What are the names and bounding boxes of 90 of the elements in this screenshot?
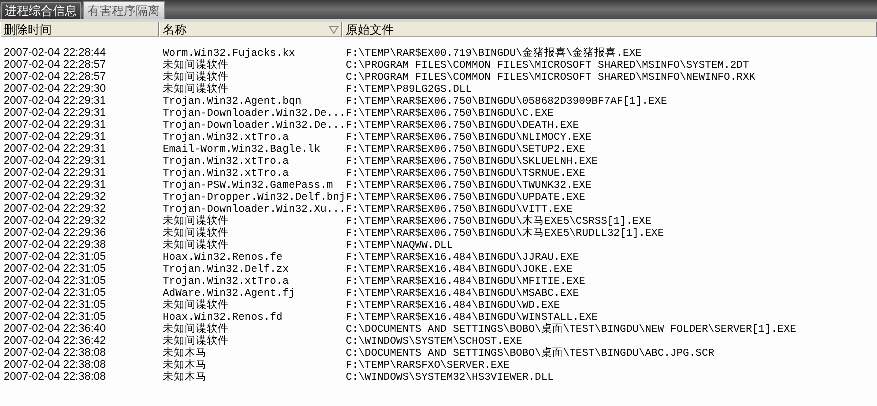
table-cell: 2007-02-04 22:29:30 bbox=[4, 83, 106, 95]
table-cell: F:\TEMP\RARSFXO\SERVER.EXE bbox=[346, 360, 510, 372]
table-cell: 2007-02-04 22:36:42 bbox=[4, 335, 106, 347]
table-cell: F:\TEMP\RAR$EX16.484\BINGDU\MFITIE.EXE bbox=[346, 276, 586, 288]
table-cell: F:\TEMP\RAR$EX16.484\BINGDU\WINSTALL.EXE bbox=[346, 312, 598, 324]
table-cell: 2007-02-04 22:38:08 bbox=[4, 371, 106, 383]
table-cell: 2007-02-04 22:31:05 bbox=[4, 263, 106, 275]
table-cell: 2007-02-04 22:31:05 bbox=[4, 287, 106, 299]
table-cell: 2007-02-04 22:38:08 bbox=[4, 347, 106, 359]
table-cell: Trojan.Win32.Delf.zx bbox=[163, 264, 290, 276]
table-cell: Email-Worm.Win32.Bagle.lk bbox=[163, 144, 321, 156]
table-cell: 2007-02-04 22:29:31 bbox=[4, 167, 106, 179]
table-cell: F:\TEMP\NAQWW.DLL bbox=[346, 240, 454, 252]
table-cell: F:\TEMP\RAR$EX06.750\BINGDU\C.EXE bbox=[346, 108, 554, 120]
table-cell: F:\TEMP\RAR$EX06.750\BINGDU\木马EXE5\RUDLL32[1].EXE bbox=[346, 228, 664, 240]
table-cell: AdWare.Win32.Agent.fj bbox=[163, 288, 296, 300]
table-cell: 2007-02-04 22:31:05 bbox=[4, 299, 106, 311]
table-cell: C:\WINDOWS\SYSTEM\SCHOST.EXE bbox=[346, 336, 522, 348]
table-cell: 2007-02-04 22:28:44 bbox=[4, 47, 106, 59]
table-cell: F:\TEMP\RAR$EX06.750\BINGDU\TWUNK32.EXE bbox=[346, 180, 592, 192]
table-cell: F:\TEMP\RAR$EX16.484\BINGDU\JJRAU.EXE bbox=[346, 252, 580, 264]
table-cell: Trojan-Dropper.Win32.Delf.bnj bbox=[163, 192, 346, 204]
table-cell: 2007-02-04 22:29:32 bbox=[4, 191, 106, 203]
table-cell: 2007-02-04 22:31:05 bbox=[4, 275, 106, 287]
table-cell: 2007-02-04 22:29:38 bbox=[4, 239, 106, 251]
table-cell: Trojan.Win32.Agent.bqn bbox=[163, 96, 302, 108]
table-cell: F:\TEMP\RAR$EX06.750\BINGDU\NLIMOCY.EXE bbox=[346, 132, 592, 144]
table-cell: 2007-02-04 22:29:31 bbox=[4, 179, 106, 191]
tab[interactable]: 进程综合信息 bbox=[1, 2, 81, 19]
table-cell: C:\DOCUMENTS AND SETTINGS\BOBO\桌面\TEST\BINGDU\ABC.JPG.SCR bbox=[346, 348, 715, 360]
table-cell: Hoax.Win32.Renos.fd bbox=[163, 312, 283, 324]
table-cell: Trojan-Downloader.Win32.De... bbox=[163, 120, 346, 132]
table-cell: 未知间谍软件 bbox=[163, 216, 229, 228]
table-cell: C:\PROGRAM FILES\COMMON FILES\MICROSOFT SHARED\MSINFO\NEWINFO.RXK bbox=[346, 72, 756, 84]
table-cell: 2007-02-04 22:36:40 bbox=[4, 323, 106, 335]
table-cell: Trojan-Downloader.Win32.De... bbox=[163, 108, 346, 120]
table-cell: F:\TEMP\RAR$EX06.750\BINGDU\SETUP2.EXE bbox=[346, 144, 586, 156]
table-cell: F:\TEMP\RAR$EX16.484\BINGDU\WD.EXE bbox=[346, 300, 560, 312]
table-cell: 未知木马 bbox=[163, 348, 207, 360]
table-cell: 2007-02-04 22:29:31 bbox=[4, 143, 106, 155]
table-cell: 未知木马 bbox=[163, 360, 207, 372]
table-cell: Trojan.Win32.xtTro.a bbox=[163, 132, 290, 144]
table-cell: Trojan.Win32.xtTro.a bbox=[163, 276, 290, 288]
table-cell: 2007-02-04 22:29:31 bbox=[4, 155, 106, 167]
table-cell: 未知间谍软件 bbox=[163, 336, 229, 348]
column-header[interactable]: 名称 bbox=[159, 22, 342, 37]
table-cell: Hoax.Win32.Renos.fe bbox=[163, 252, 283, 264]
table-cell: 2007-02-04 22:29:31 bbox=[4, 131, 106, 143]
table-cell: C:\DOCUMENTS AND SETTINGS\BOBO\桌面\TEST\BINGDU\NEW FOLDER\SERVER[1].EXE bbox=[346, 324, 796, 336]
table-cell: 2007-02-04 22:29:31 bbox=[4, 107, 106, 119]
table-cell: 未知间谍软件 bbox=[163, 240, 229, 252]
table-cell: F:\TEMP\RAR$EX16.484\BINGDU\JOKE.EXE bbox=[346, 264, 573, 276]
table-cell: Trojan.Win32.xtTro.a bbox=[163, 168, 290, 180]
table-cell: Trojan-Downloader.Win32.Xu... bbox=[163, 204, 346, 216]
table-cell: F:\TEMP\RAR$EX00.719\BINGDU\金猪报喜\金猪报喜.EXE bbox=[346, 48, 642, 60]
column-header[interactable]: 删除时间 bbox=[0, 22, 159, 37]
table-cell: F:\TEMP\RAR$EX06.750\BINGDU\058682D3909BF7AF[1].EXE bbox=[346, 96, 668, 108]
table-cell: F:\TEMP\P89LG2GS.DLL bbox=[346, 84, 472, 96]
table-cell: 2007-02-04 22:29:31 bbox=[4, 95, 106, 107]
table-cell: F:\TEMP\RAR$EX06.750\BINGDU\木马EXE5\CSRSS[1].EXE bbox=[346, 216, 652, 228]
table-cell: 2007-02-04 22:29:31 bbox=[4, 119, 106, 131]
table-cell: 2007-02-04 22:29:36 bbox=[4, 227, 106, 239]
table-cell: F:\TEMP\RAR$EX06.750\BINGDU\TSRNUE.EXE bbox=[346, 168, 586, 180]
table-cell: 2007-02-04 22:28:57 bbox=[4, 59, 106, 71]
table-cell: 未知间谍软件 bbox=[163, 72, 229, 84]
table-cell: 2007-02-04 22:31:05 bbox=[4, 251, 106, 263]
table-cell: Trojan.Win32.xtTro.a bbox=[163, 156, 290, 168]
sort-arrow-icon bbox=[329, 26, 339, 34]
column-header[interactable]: 原始文件 bbox=[342, 22, 877, 37]
table-cell: Trojan-PSW.Win32.GamePass.m bbox=[163, 180, 334, 192]
table-cell: C:\PROGRAM FILES\COMMON FILES\MICROSOFT SHARED\MSINFO\SYSTEM.2DT bbox=[346, 60, 750, 72]
table-cell: 未知间谍软件 bbox=[163, 60, 229, 72]
table-cell: 2007-02-04 22:31:05 bbox=[4, 311, 106, 323]
table-cell: 未知间谍软件 bbox=[163, 300, 229, 312]
table-cell: F:\TEMP\RAR$EX06.750\BINGDU\VITT.EXE bbox=[346, 204, 573, 216]
table-cell: 未知间谍软件 bbox=[163, 84, 229, 96]
table-cell: 未知间谍软件 bbox=[163, 228, 229, 240]
table-cell: 2007-02-04 22:28:57 bbox=[4, 71, 106, 83]
table-cell: 2007-02-04 22:29:32 bbox=[4, 203, 106, 215]
table-cell: F:\TEMP\RAR$EX06.750\BINGDU\UPDATE.EXE bbox=[346, 192, 586, 204]
table-cell: F:\TEMP\RAR$EX06.750\BINGDU\DEATH.EXE bbox=[346, 120, 580, 132]
table-cell: 未知间谍软件 bbox=[163, 324, 229, 336]
table-cell: 未知木马 bbox=[163, 372, 207, 384]
tab[interactable]: 有害程序隔离 bbox=[83, 1, 165, 19]
table-cell: F:\TEMP\RAR$EX06.750\BINGDU\SKLUELNH.EXE bbox=[346, 156, 598, 168]
table-cell: C:\WINDOWS\SYSTEM32\HS3VIEWER.DLL bbox=[346, 372, 554, 384]
table-cell: 2007-02-04 22:29:32 bbox=[4, 215, 106, 227]
table-cell: F:\TEMP\RAR$EX16.484\BINGDU\MSABC.EXE bbox=[346, 288, 580, 300]
table-cell: 2007-02-04 22:38:08 bbox=[4, 359, 106, 371]
table-cell: Worm.Win32.Fujacks.kx bbox=[163, 48, 296, 60]
